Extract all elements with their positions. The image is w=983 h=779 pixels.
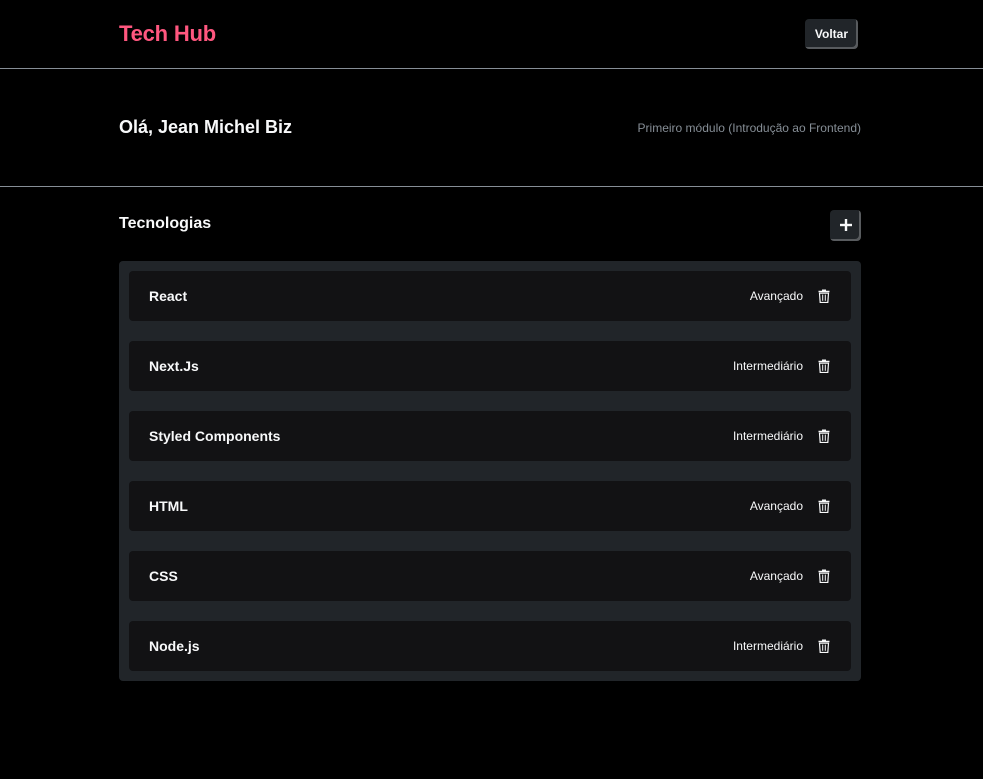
plus-icon <box>839 219 852 231</box>
trash-icon[interactable] <box>817 568 831 584</box>
technology-name: Styled Components <box>149 428 281 444</box>
technology-status: Avançado <box>749 499 803 513</box>
technologies-section: Tecnologias React Avançado Next.Js Inter… <box>119 187 861 681</box>
trash-icon[interactable] <box>817 638 831 654</box>
technology-name: Next.Js <box>149 358 199 374</box>
technology-item-react[interactable]: React Avançado <box>129 271 851 321</box>
technology-name: CSS <box>149 568 178 584</box>
technologies-header: Tecnologias <box>119 187 861 261</box>
trash-icon[interactable] <box>817 358 831 374</box>
technology-name: HTML <box>149 498 188 514</box>
technology-item-html[interactable]: HTML Avançado <box>129 481 851 531</box>
technology-actions: Intermediário <box>733 428 831 444</box>
add-technology-button[interactable] <box>830 209 861 241</box>
technologies-list: React Avançado Next.Js Intermediário Sty… <box>119 261 861 681</box>
technology-item-node-js[interactable]: Node.js Intermediário <box>129 621 851 671</box>
technology-status: Avançado <box>749 289 803 303</box>
technology-item-next-js[interactable]: Next.Js Intermediário <box>129 341 851 391</box>
technology-status: Intermediário <box>732 359 803 373</box>
technology-actions: Intermediário <box>733 358 831 374</box>
technology-status: Intermediário <box>732 429 803 443</box>
greeting-title: Olá, Jean Michel Biz <box>119 117 293 137</box>
trash-icon[interactable] <box>817 498 831 514</box>
technology-item-styled-components[interactable]: Styled Components Intermediário <box>129 411 851 461</box>
technology-actions: Avançado <box>750 568 831 584</box>
top-bar: Tech Hub Voltar <box>0 0 983 69</box>
greeting-container: Olá, Jean Michel Biz Primeiro módulo (In… <box>119 69 861 186</box>
technology-actions: Avançado <box>750 288 831 304</box>
user-module: Primeiro módulo (Introdução ao Frontend) <box>637 120 861 135</box>
back-button[interactable]: Voltar <box>804 19 858 49</box>
technologies-title: Tecnologias <box>119 215 212 232</box>
trash-icon[interactable] <box>817 288 831 304</box>
technology-actions: Avançado <box>750 498 831 514</box>
technology-name: Node.js <box>149 638 200 654</box>
technology-name: React <box>149 288 188 304</box>
technology-status: Avançado <box>749 569 803 583</box>
app-logo: Tech Hub <box>119 21 216 46</box>
technology-status: Intermediário <box>732 639 803 653</box>
greeting-section: Olá, Jean Michel Biz Primeiro módulo (In… <box>0 69 983 187</box>
technology-item-css[interactable]: CSS Avançado <box>129 551 851 601</box>
technology-actions: Intermediário <box>733 638 831 654</box>
top-bar-container: Tech Hub Voltar <box>119 0 861 68</box>
trash-icon[interactable] <box>817 428 831 444</box>
